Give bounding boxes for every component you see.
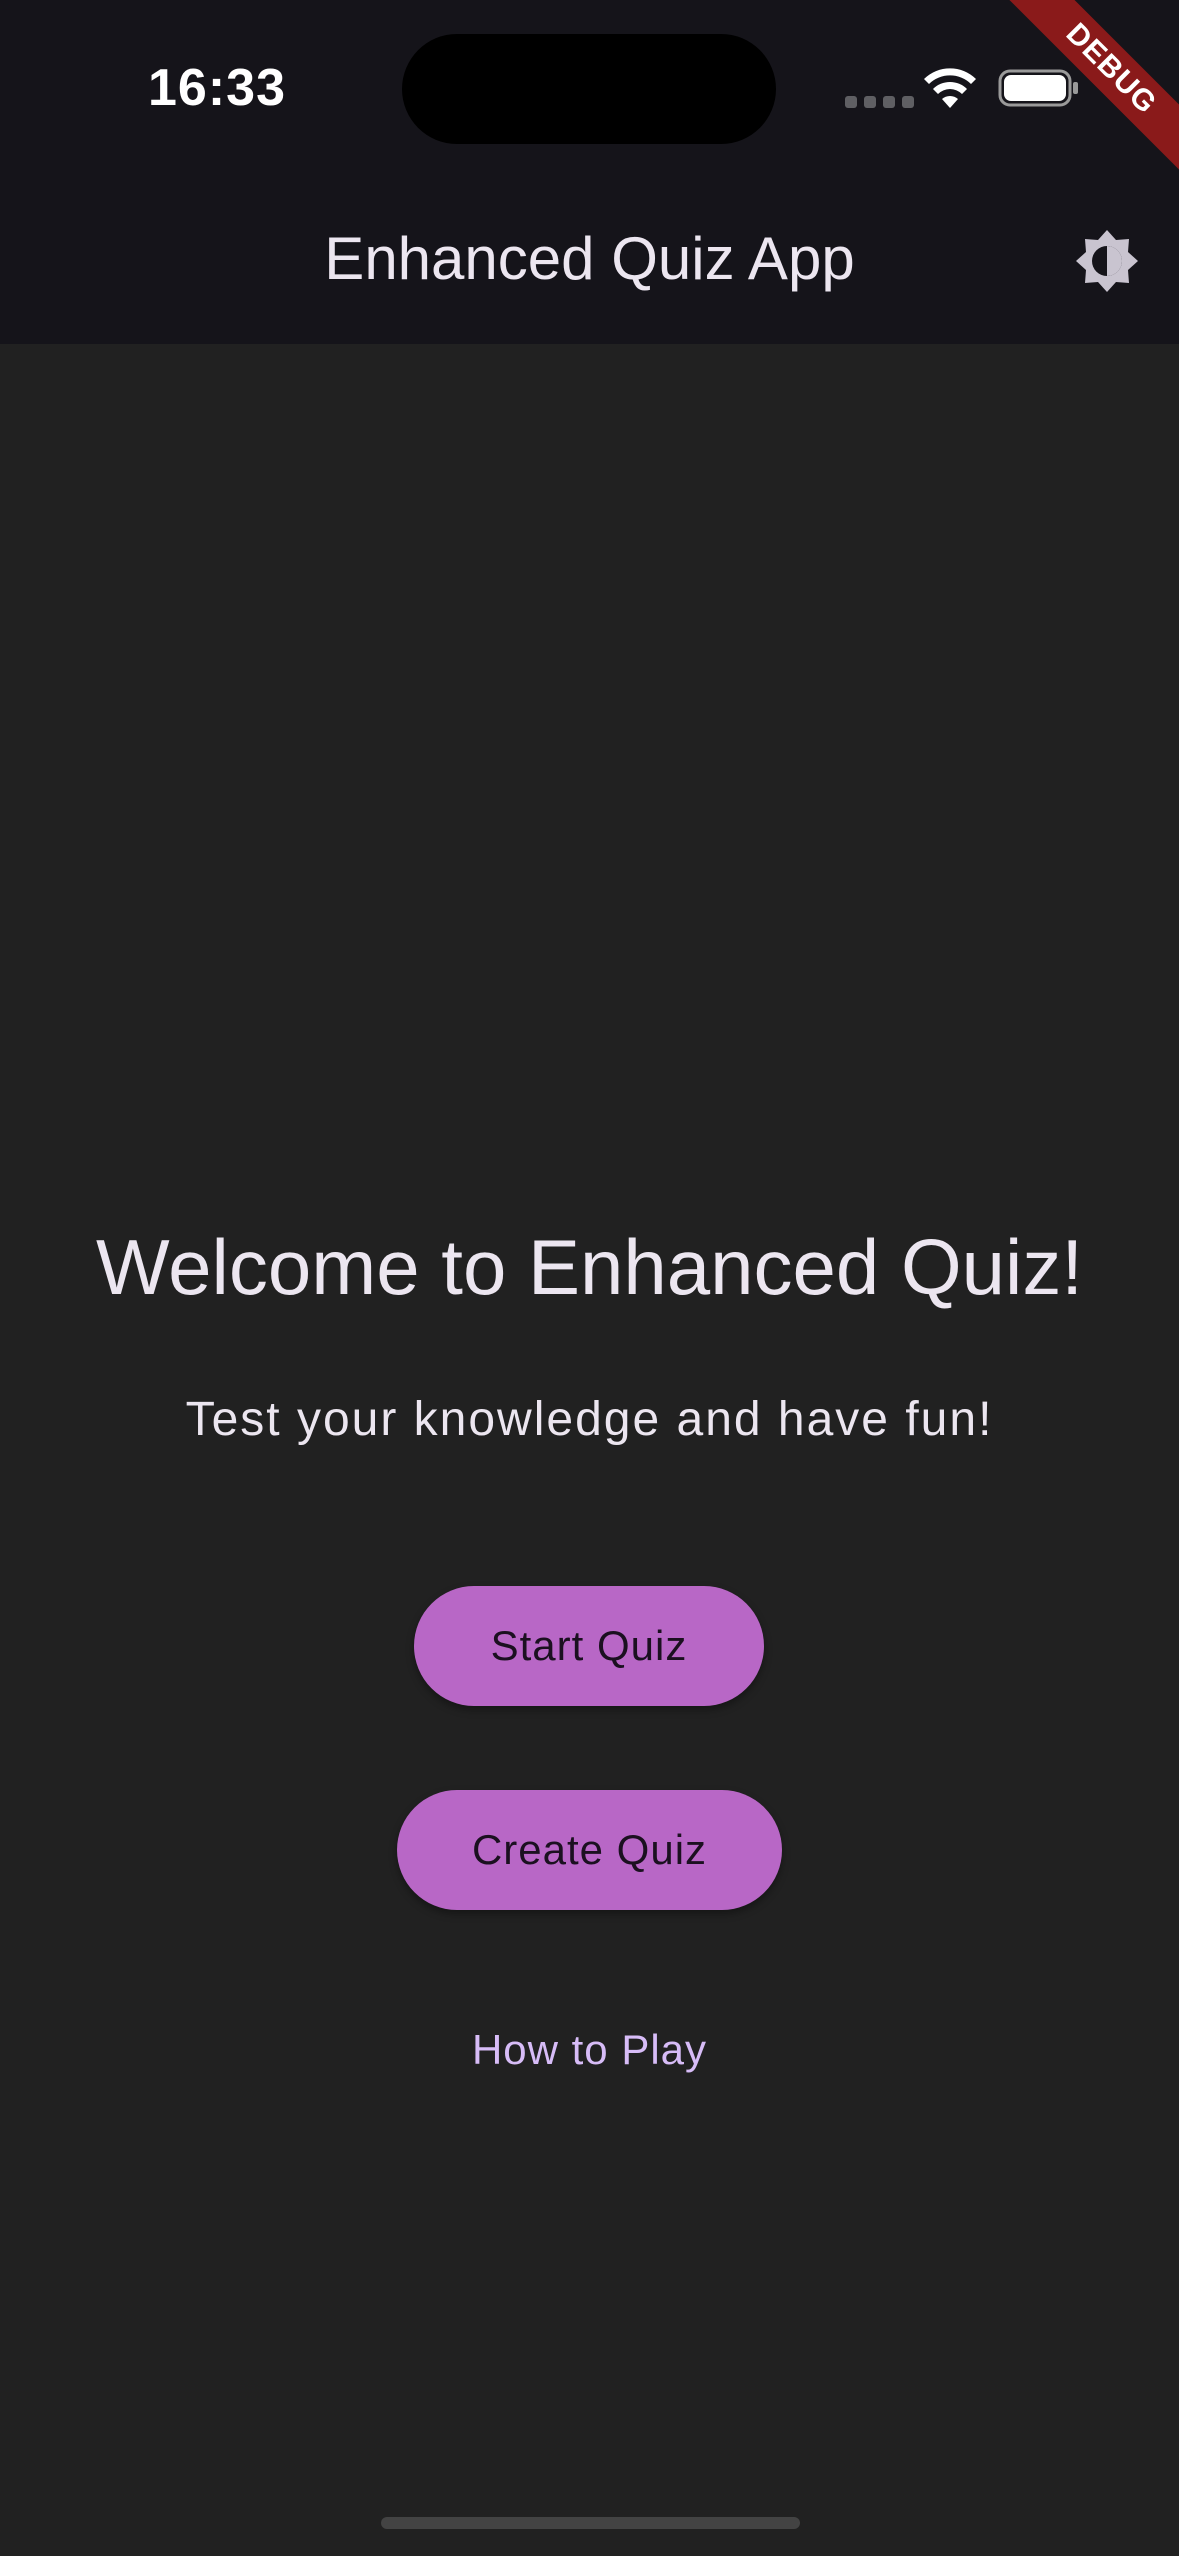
how-to-play-link[interactable]: How to Play (0, 2026, 1179, 2074)
wifi-icon (924, 68, 976, 108)
app-header: 16:33 DEBUG Enhanced Quiz App (0, 0, 1179, 344)
create-quiz-button[interactable]: Create Quiz (397, 1790, 782, 1910)
welcome-title: Welcome to Enhanced Quiz! (95, 1223, 1084, 1311)
welcome-subtitle: Test your knowledge and have fun! (185, 1393, 994, 1446)
status-time: 16:33 (148, 59, 286, 117)
debug-banner: DEBUG (999, 0, 1179, 180)
cellular-signal-icon (845, 96, 914, 108)
brightness-icon[interactable] (1074, 228, 1140, 294)
dynamic-island (402, 34, 776, 144)
start-quiz-button[interactable]: Start Quiz (414, 1586, 764, 1706)
home-indicator[interactable] (381, 2517, 800, 2529)
app-screen: 16:33 DEBUG Enhanced Quiz App Welcome to… (0, 0, 1179, 2556)
app-title: Enhanced Quiz App (324, 225, 855, 292)
debug-label: DEBUG (1002, 0, 1179, 178)
